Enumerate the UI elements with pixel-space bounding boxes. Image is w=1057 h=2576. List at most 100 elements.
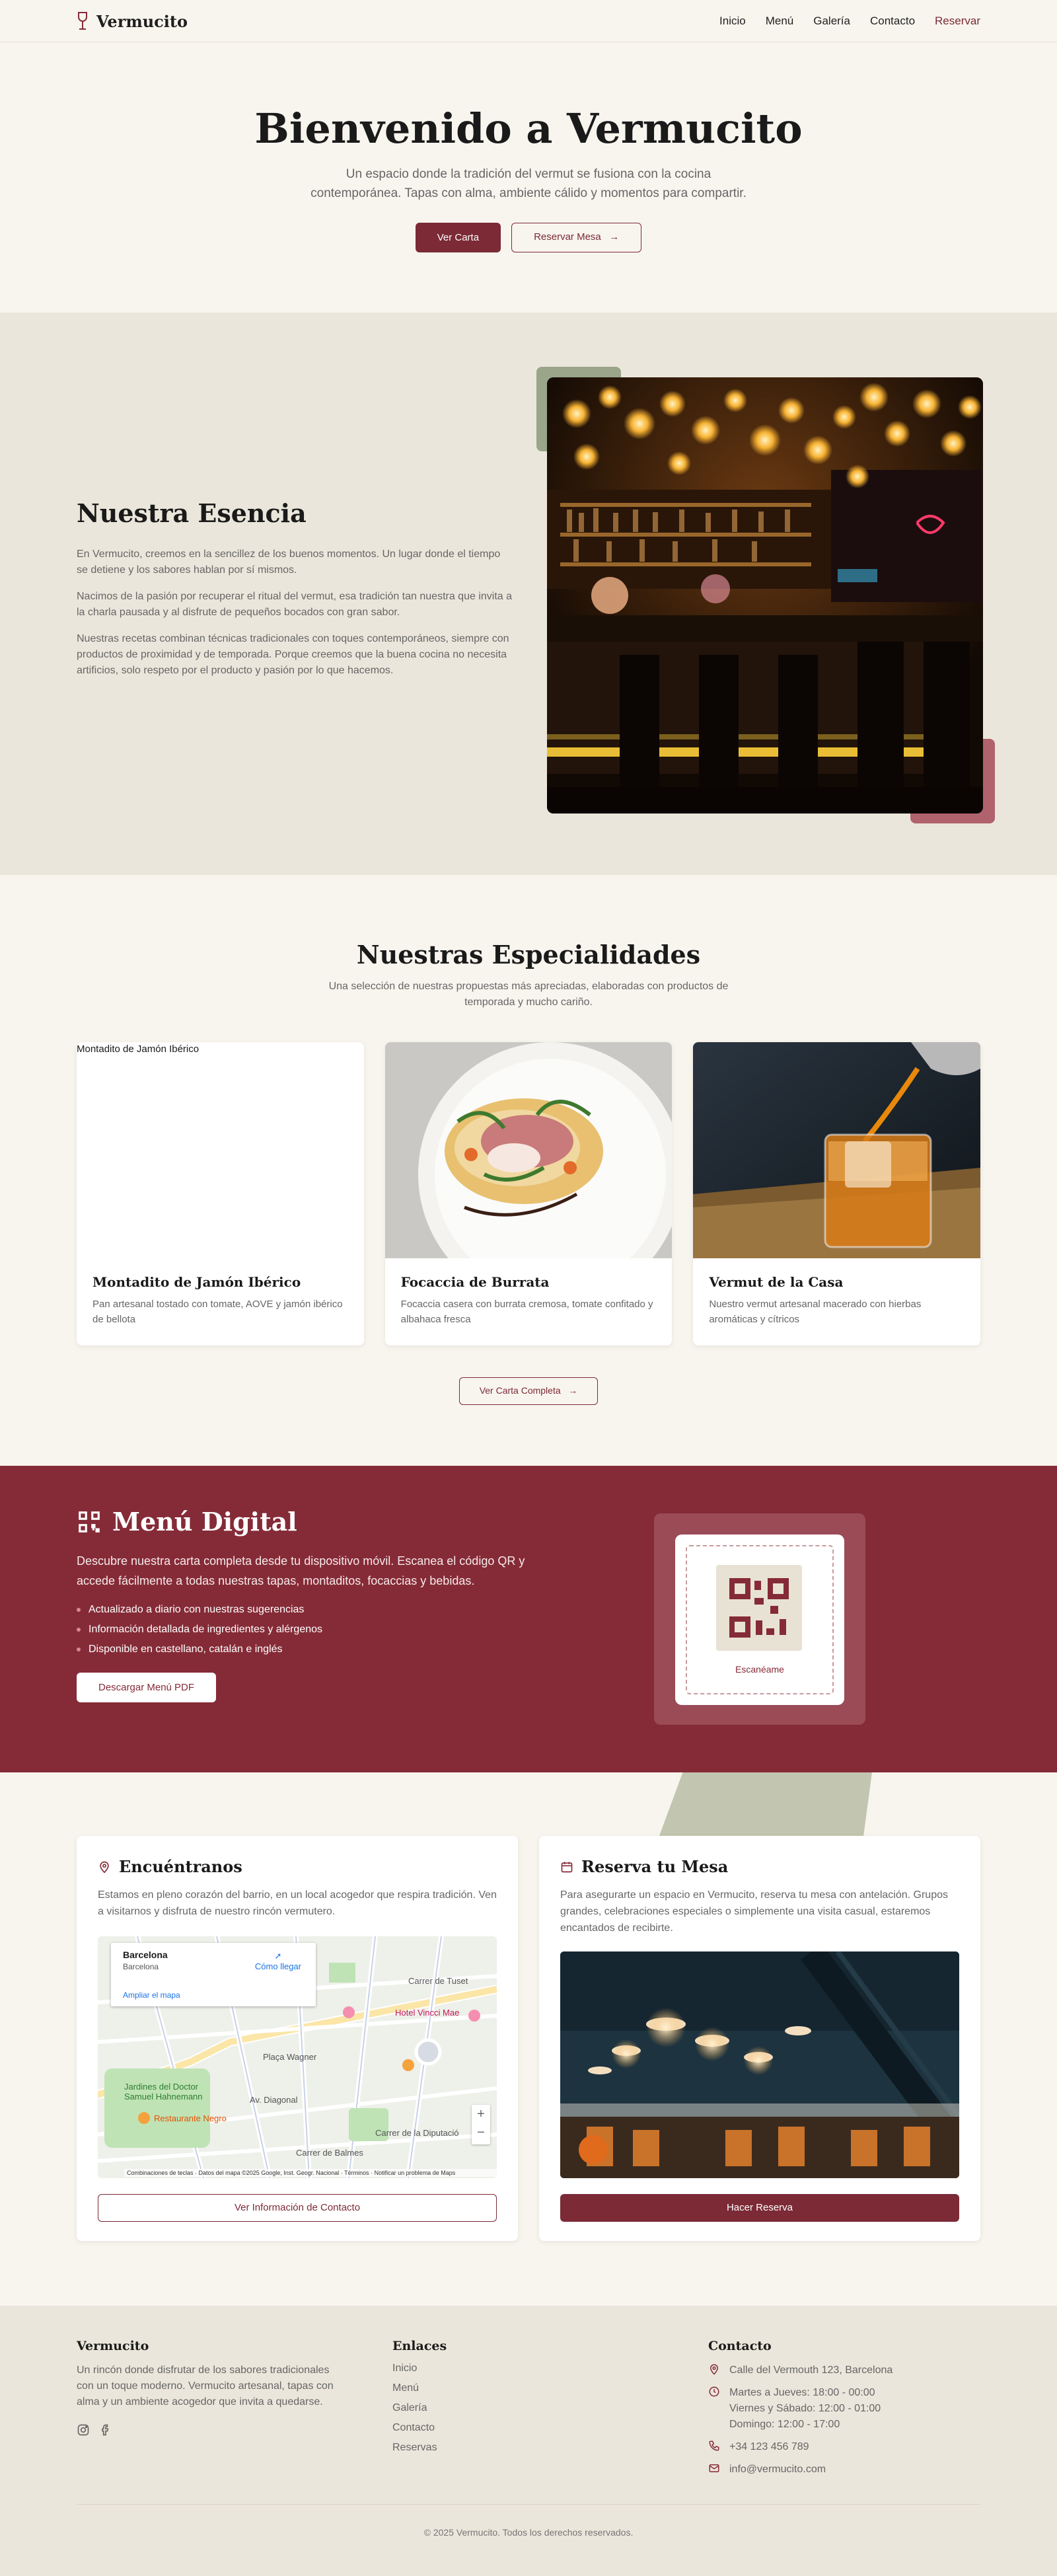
location-title: Encuéntranos: [119, 1857, 242, 1876]
nav-link-galeria[interactable]: Galería: [813, 15, 850, 28]
digital-menu-description: Descubre nuestra carta completa desde tu…: [77, 1554, 525, 1587]
qr-code-image: [716, 1565, 802, 1651]
card-description: Nuestro vermut artesanal macerado con hi…: [709, 1299, 922, 1325]
footer-links: Enlaces Inicio Menú Galería Contacto Res…: [392, 2339, 662, 2484]
map-label: Jardines del Doctor Samuel Hahnemann: [124, 2082, 203, 2102]
embedded-map[interactable]: Barcelona Barcelona Ampliar el mapa ➚ Có…: [98, 1936, 497, 2178]
qr-card[interactable]: Escanéame: [675, 1534, 844, 1705]
map-directions-link[interactable]: ➚ Cómo llegar: [255, 1951, 301, 1971]
map-label: Carrer de Balmes: [296, 2148, 363, 2158]
footer-brand: Vermucito: [77, 2339, 149, 2353]
instagram-icon[interactable]: [77, 2423, 90, 2437]
map-footer: Combinaciones de teclas · Datos del mapa…: [124, 2169, 497, 2177]
arrow-right-icon: →: [603, 231, 620, 243]
hero-title: Bienvenido a Vermucito: [254, 104, 803, 153]
map-pin-icon: [100, 1861, 109, 1874]
hero-subtitle: Un espacio donde la tradición del vermut…: [0, 165, 1057, 203]
image-alt-text: Montadito de Jamón Ibérico: [77, 1043, 200, 1055]
qr-code-icon: [79, 1511, 100, 1533]
reserve-title: Reserva tu Mesa: [581, 1857, 729, 1876]
specialties-subtitle-line2: temporada y mucho cariño.: [464, 997, 593, 1008]
ver-carta-button[interactable]: Ver Carta: [415, 223, 501, 252]
nav-link-contacto[interactable]: Contacto: [870, 15, 915, 28]
restaurant-interior-image: [560, 1951, 959, 2178]
specialty-card-montadito[interactable]: Montadito de Jamón Ibérico Montadito de …: [77, 1042, 364, 1345]
digital-menu-section: Menú Digital Descubre nuestra carta comp…: [0, 1466, 1057, 1772]
map-label: Restaurante Negro: [154, 2113, 227, 2123]
digital-menu-title: Menú Digital: [112, 1507, 297, 1536]
zoom-out-icon[interactable]: −: [472, 2123, 490, 2142]
location-card: Encuéntranos Estamos en pleno corazón de…: [77, 1836, 518, 2241]
broken-image: Montadito de Jamón Ibérico: [77, 1042, 364, 1258]
zoom-in-icon[interactable]: +: [472, 2105, 490, 2123]
specialty-card-vermut[interactable]: Vermut de la Casa Nuestro vermut artesan…: [693, 1042, 981, 1345]
footer-email[interactable]: info@vermucito.com: [729, 2462, 826, 2478]
specialties-subtitle: Una selección de nuestras propuestas más…: [77, 979, 980, 1010]
qr-code-icon: [729, 1578, 789, 1638]
essence-text: Nuestra Esencia En Vermucito, creemos en…: [77, 498, 513, 689]
footer-link-contacto[interactable]: Contacto: [392, 2422, 662, 2434]
mail-icon: [709, 2464, 719, 2472]
map-label: Carrer de la Diputació: [375, 2128, 459, 2138]
specialties-section: Nuestras Especialidades Una selección de…: [0, 875, 1057, 1466]
ver-carta-completa-label: Ver Carta Completa: [479, 1385, 561, 1396]
top-navbar: Vermucito Inicio Menú Galería Contacto R…: [0, 0, 1057, 42]
ver-carta-completa-button[interactable]: Ver Carta Completa →: [458, 1377, 599, 1405]
location-reserve-section: Encuéntranos Estamos en pleno corazón de…: [0, 1772, 1057, 2306]
footer-link-reservas[interactable]: Reservas: [392, 2442, 662, 2454]
map-expand-link[interactable]: Ampliar el mapa: [123, 1990, 180, 2000]
reservar-mesa-button[interactable]: Reservar Mesa →: [511, 223, 642, 252]
download-menu-pdf-button[interactable]: Descargar Menú PDF: [77, 1673, 217, 1702]
nav-link-reservar[interactable]: Reservar: [935, 15, 980, 28]
clock-icon: [709, 2386, 719, 2397]
footer-link-inicio[interactable]: Inicio: [392, 2363, 662, 2374]
brand[interactable]: Vermucito: [77, 11, 188, 31]
footer-address: Calle del Vermouth 123, Barcelona: [729, 2365, 893, 2376]
hero-section: Bienvenido a Vermucito Un espacio donde …: [0, 42, 1057, 313]
facebook-icon[interactable]: [99, 2423, 112, 2437]
map-label: Hotel Vincci Mae: [395, 2008, 460, 2018]
contact-info-button[interactable]: Ver Información de Contacto: [98, 2194, 497, 2222]
footer-copyright: © 2025 Vermucito. Todos los derechos res…: [77, 2504, 980, 2538]
vermut-image: [693, 1042, 981, 1258]
footer-link-galeria[interactable]: Galería: [392, 2402, 662, 2414]
specialties-title: Nuestras Especialidades: [356, 940, 701, 969]
essence-paragraph-2: Nacimos de la pasión por recuperar el ri…: [77, 591, 513, 618]
wine-glass-icon: [78, 12, 87, 30]
footer-phone[interactable]: +34 123 456 789: [729, 2439, 809, 2455]
hero-subtitle-line1: Un espacio donde la tradición del vermut…: [346, 167, 711, 181]
arrow-right-icon: →: [563, 1385, 578, 1396]
reserve-card: Reserva tu Mesa Para asegurarte un espac…: [539, 1836, 980, 2241]
specialty-card-focaccia[interactable]: Focaccia de Burrata Focaccia casera con …: [384, 1042, 673, 1345]
brand-name: Vermucito: [96, 11, 188, 31]
hero-subtitle-line2: contemporánea. Tapas con alma, ambiente …: [310, 186, 747, 200]
card-title: Vermut de la Casa: [709, 1274, 844, 1290]
focaccia-image: [384, 1042, 673, 1258]
card-title: Focaccia de Burrata: [400, 1274, 550, 1290]
card-description: Focaccia casera con burrata cremosa, tom…: [400, 1299, 653, 1325]
feature-item: Disponible en castellano, catalán e ingl…: [77, 1644, 526, 1655]
map-label: Plaça Wagner: [263, 2052, 317, 2062]
card-title: Montadito de Jamón Ibérico: [92, 1274, 301, 1290]
feature-item: Información detallada de ingredientes y …: [77, 1624, 526, 1636]
footer-contact-title: Contacto: [708, 2339, 772, 2353]
map-info-popup: Barcelona Barcelona Ampliar el mapa ➚ Có…: [111, 1943, 316, 2006]
digital-menu-features: Actualizado a diario con nuestras sugere…: [77, 1604, 526, 1655]
nav-link-inicio[interactable]: Inicio: [719, 15, 746, 28]
footer-links-title: Enlaces: [392, 2339, 447, 2353]
qr-panel: Escanéame: [654, 1513, 865, 1725]
footer-link-menu[interactable]: Menú: [392, 2382, 662, 2394]
map-zoom-controls: + −: [472, 2105, 490, 2144]
essence-section: Nuestra Esencia En Vermucito, creemos en…: [0, 313, 1057, 875]
hacer-reserva-button[interactable]: Hacer Reserva: [560, 2194, 959, 2222]
footer: Vermucito Un rincón donde disfrutar de l…: [0, 2306, 1057, 2576]
card-description: Pan artesanal tostado con tomate, AOVE y…: [92, 1299, 343, 1325]
essence-paragraph-3: Nuestras recetas combinan técnicas tradi…: [77, 633, 509, 676]
footer-about-text: Un rincón donde disfrutar de los sabores…: [77, 2365, 334, 2407]
essence-paragraph-1: En Vermucito, creemos en la sencillez de…: [77, 549, 501, 576]
digital-menu-text: Menú Digital Descubre nuestra carta comp…: [77, 1507, 526, 1702]
footer-hours: Martes a Jueves: 18:00 - 00:00 Viernes y…: [729, 2387, 881, 2430]
reserve-description: Para asegurarte un espacio en Vermucito,…: [560, 1889, 948, 1934]
nav-link-menu[interactable]: Menú: [766, 15, 794, 28]
directions-icon: ➚: [274, 1951, 282, 1961]
